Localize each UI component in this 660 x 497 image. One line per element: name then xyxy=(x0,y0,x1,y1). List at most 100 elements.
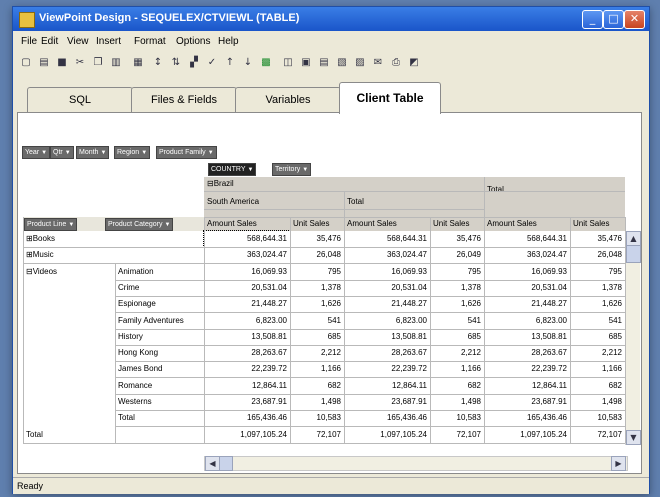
arrow-up-icon[interactable]: ↑ xyxy=(223,56,237,70)
product-line-label[interactable]: ⊞Books xyxy=(23,231,113,247)
report-icon[interactable]: ▣ xyxy=(299,56,313,70)
value-cell[interactable]: 20,531.04 xyxy=(484,280,570,296)
value-cell[interactable]: 682 xyxy=(430,378,484,394)
country-header[interactable]: ⊟Brazil xyxy=(204,177,344,191)
page-dim-region[interactable]: Region ▼ xyxy=(114,146,151,159)
open-icon[interactable]: ▤ xyxy=(37,56,51,70)
value-cell[interactable]: 165,436.46 xyxy=(344,410,430,426)
collapse-icon[interactable]: ⊟ xyxy=(26,267,33,276)
value-cell[interactable]: 685 xyxy=(430,329,484,345)
new-icon[interactable]: ▢ xyxy=(19,56,33,70)
value-cell[interactable]: 28,263.67 xyxy=(484,345,570,361)
scroll-thumb[interactable] xyxy=(626,245,641,263)
layout-icon[interactable]: ▧ xyxy=(335,56,349,70)
menu-file[interactable]: File xyxy=(21,36,37,47)
value-cell[interactable]: 26,048 xyxy=(570,247,625,263)
value-cell[interactable]: 28,263.67 xyxy=(204,345,290,361)
value-cell[interactable]: 1,498 xyxy=(430,394,484,410)
row-dim-product-category[interactable]: Product Category ▼ xyxy=(105,218,174,231)
value-cell[interactable]: 541 xyxy=(290,313,344,329)
value-cell[interactable]: 28,263.67 xyxy=(344,345,430,361)
tab-variables[interactable]: Variables xyxy=(235,87,341,114)
value-cell[interactable]: 1,498 xyxy=(290,394,344,410)
value-cell[interactable]: 35,476 xyxy=(570,231,625,247)
value-cell[interactable]: 26,049 xyxy=(430,247,484,263)
value-cell[interactable]: 1,378 xyxy=(290,280,344,296)
value-cell[interactable]: 1,166 xyxy=(290,361,344,377)
value-cell[interactable]: 16,069.93 xyxy=(204,264,290,280)
value-cell[interactable]: 26,048 xyxy=(290,247,344,263)
preview-icon[interactable]: ◫ xyxy=(281,56,295,70)
value-cell[interactable]: 1,626 xyxy=(290,296,344,312)
value-cell[interactable]: 363,024.47 xyxy=(344,247,430,263)
scroll-thumb[interactable] xyxy=(219,456,233,471)
product-line-label[interactable]: ⊞Music xyxy=(23,247,113,263)
filter-icon[interactable]: ▨ xyxy=(353,56,367,70)
value-cell[interactable]: 13,508.81 xyxy=(204,329,290,345)
value-cell[interactable]: 568,644.31 xyxy=(203,230,291,248)
value-cell[interactable]: 2,212 xyxy=(290,345,344,361)
value-cell[interactable]: 6,823.00 xyxy=(204,313,290,329)
value-cell[interactable]: 16,069.93 xyxy=(344,264,430,280)
vertical-scrollbar[interactable]: ▲ ▼ xyxy=(625,231,641,445)
value-cell[interactable]: 72,107 xyxy=(430,427,484,443)
tab-sql[interactable]: SQL xyxy=(27,87,133,114)
value-cell[interactable]: 10,583 xyxy=(430,410,484,426)
value-cell[interactable]: 20,531.04 xyxy=(204,280,290,296)
value-cell[interactable]: 1,166 xyxy=(430,361,484,377)
value-cell[interactable]: 12,864.11 xyxy=(484,378,570,394)
col-dim-territory[interactable]: Territory ▼ xyxy=(272,163,312,176)
chart-icon[interactable]: ▞ xyxy=(187,56,201,70)
menu-format[interactable]: Format xyxy=(134,36,166,47)
value-cell[interactable]: 568,644.31 xyxy=(484,231,570,247)
arrow-down-icon[interactable]: ↓ xyxy=(241,56,255,70)
value-cell[interactable]: 682 xyxy=(570,378,625,394)
value-cell[interactable]: 21,448.27 xyxy=(344,296,430,312)
horizontal-scrollbar[interactable]: ◀ ▶ xyxy=(204,456,628,471)
close-button[interactable]: ✕ xyxy=(624,10,645,29)
col-dim-country[interactable]: COUNTRY ▼ xyxy=(208,163,257,176)
value-cell[interactable]: 20,531.04 xyxy=(344,280,430,296)
value-cell[interactable]: 12,864.11 xyxy=(344,378,430,394)
scroll-up-icon[interactable]: ▲ xyxy=(626,231,641,246)
value-cell[interactable]: 22,239.72 xyxy=(204,361,290,377)
value-cell[interactable]: 35,476 xyxy=(430,231,484,247)
menu-help[interactable]: Help xyxy=(218,36,239,47)
value-cell[interactable]: 1,097,105.24 xyxy=(344,427,430,443)
tab-client-table[interactable]: Client Table xyxy=(339,82,441,114)
mail-icon[interactable]: ✉ xyxy=(371,56,385,70)
scroll-down-icon[interactable]: ▼ xyxy=(626,430,641,445)
value-cell[interactable]: 12,864.11 xyxy=(204,378,290,394)
value-cell[interactable]: 1,498 xyxy=(570,394,625,410)
grid-icon[interactable]: ▦ xyxy=(131,56,145,70)
value-cell[interactable]: 1,626 xyxy=(570,296,625,312)
value-cell[interactable]: 541 xyxy=(570,313,625,329)
value-cell[interactable]: 13,508.81 xyxy=(484,329,570,345)
value-cell[interactable]: 165,436.46 xyxy=(204,410,290,426)
value-cell[interactable]: 23,687.91 xyxy=(484,394,570,410)
value-cell[interactable]: 1,378 xyxy=(430,280,484,296)
value-cell[interactable]: 165,436.46 xyxy=(484,410,570,426)
page-dim-qtr[interactable]: Qtr ▼ xyxy=(50,146,74,159)
row-dim-product-line[interactable]: Product Line ▼ xyxy=(24,218,78,231)
value-cell[interactable]: 21,448.27 xyxy=(484,296,570,312)
value-cell[interactable]: 23,687.91 xyxy=(344,394,430,410)
maximize-button[interactable]: □ xyxy=(603,10,624,29)
value-cell[interactable]: 72,107 xyxy=(290,427,344,443)
scroll-left-icon[interactable]: ◀ xyxy=(205,456,220,471)
value-cell[interactable]: 541 xyxy=(430,313,484,329)
value-cell[interactable]: 1,097,105.24 xyxy=(484,427,570,443)
check-icon[interactable]: ✓ xyxy=(205,56,219,70)
print-icon[interactable]: ⎙ xyxy=(389,56,403,70)
sort-desc-icon[interactable]: ⇅ xyxy=(169,56,183,70)
value-cell[interactable]: 6,823.00 xyxy=(344,313,430,329)
excel-icon[interactable]: ▩ xyxy=(259,56,273,70)
value-cell[interactable]: 685 xyxy=(570,329,625,345)
expand-icon[interactable]: ⊞ xyxy=(26,234,33,243)
minimize-button[interactable]: _ xyxy=(582,10,603,29)
value-cell[interactable]: 1,097,105.24 xyxy=(204,427,290,443)
menu-insert[interactable]: Insert xyxy=(96,36,121,47)
save-icon[interactable]: ■ xyxy=(55,56,69,70)
sort-asc-icon[interactable]: ↕ xyxy=(151,56,165,70)
value-cell[interactable]: 795 xyxy=(290,264,344,280)
